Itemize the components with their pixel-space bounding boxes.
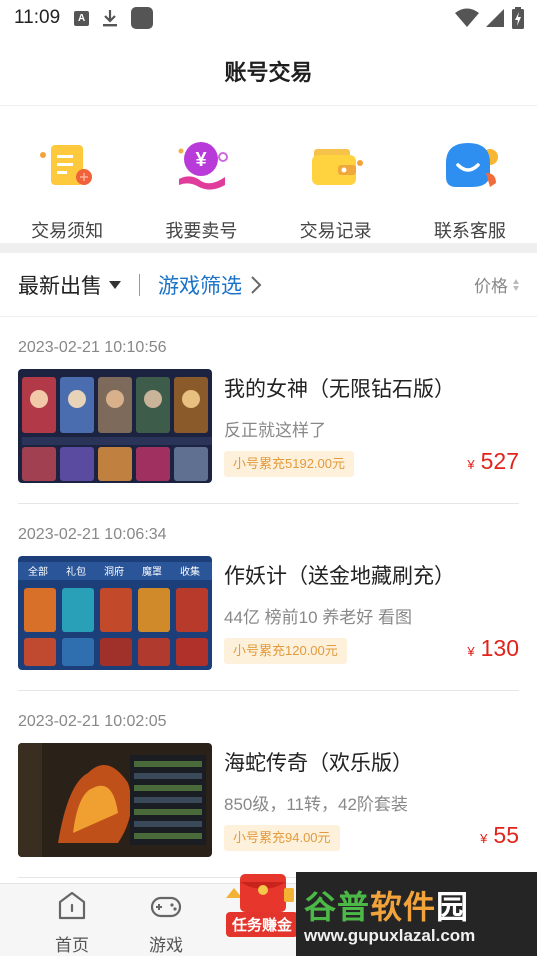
listing-thumbnail[interactable]: 全部 礼包 洞府 魔罩 收集 xyxy=(18,556,212,670)
signal-icon xyxy=(485,8,505,33)
recharge-badge: 小号累充5192.00元 xyxy=(224,451,354,477)
nav-item-games[interactable]: 游戏 xyxy=(136,890,196,956)
price-sort-label: 价格 xyxy=(474,277,508,296)
quick-item-trade-notice[interactable]: 交易须知 xyxy=(0,107,134,243)
thumb-tab: 洞府 xyxy=(104,565,124,578)
svg-text:¥: ¥ xyxy=(196,149,208,171)
recharge-badge: 小号累充120.00元 xyxy=(224,638,347,664)
download-icon xyxy=(101,8,119,28)
wallet-icon xyxy=(304,133,368,197)
listing-price: ¥ 130 xyxy=(467,635,519,662)
price-symbol: ¥ xyxy=(480,831,488,846)
status-right-icons xyxy=(455,7,525,34)
quick-label-sell-account: 我要卖号 xyxy=(165,221,238,241)
thumb-tab: 全部 xyxy=(28,565,48,578)
listing-thumbnail[interactable] xyxy=(18,743,212,857)
listing-desc: 44亿 榜前10 养老好 看图 xyxy=(224,608,412,627)
customer-service-icon xyxy=(438,133,502,197)
quick-label-trade-notice: 交易须知 xyxy=(31,221,104,241)
latest-sale-label: 最新出售 xyxy=(18,274,102,298)
quick-label-customer-service: 联系客服 xyxy=(433,221,506,241)
nav-item-home[interactable]: 首页 xyxy=(42,890,102,956)
listing-title: 海蛇传奇（欢乐版） xyxy=(224,752,413,775)
thumb-tab: 收集 xyxy=(180,565,200,578)
listing-item[interactable]: 2023-02-21 10:10:56 我的女神（无限钻石版） 反正就这样了 小… xyxy=(18,317,519,504)
promo-label: 任务赚金 xyxy=(226,912,299,937)
filter-divider xyxy=(139,273,140,296)
nav-label-games: 游戏 xyxy=(149,936,183,955)
site-watermark: 谷普软件园 www.gupuxlazal.com xyxy=(296,872,537,956)
listing-desc: 反正就这样了 xyxy=(224,421,326,440)
listing-desc: 850级，11转，42阶套装 xyxy=(224,795,408,814)
listing-date: 2023-02-21 10:02:05 xyxy=(18,713,167,730)
price-value: 55 xyxy=(493,822,519,848)
quick-item-sell-account[interactable]: ¥ 我要卖号 xyxy=(134,107,268,243)
status-time: 11:09 xyxy=(14,7,61,28)
quick-menu: 交易须知 ¥ 我要卖号 交易记录 联系客服 xyxy=(0,107,537,243)
home-icon xyxy=(56,890,88,927)
price-sort-button[interactable]: 价格 xyxy=(474,272,519,297)
a-notification-icon: A xyxy=(74,10,90,26)
watermark-logo-text: 谷普软件园 xyxy=(304,889,470,925)
listing-title: 作妖计（送金地藏刷充） xyxy=(224,565,455,588)
wifi-icon xyxy=(455,8,479,33)
title-bar: 账号交易 xyxy=(0,36,537,106)
quick-item-trade-record[interactable]: 交易记录 xyxy=(269,107,403,243)
gamepad-icon xyxy=(149,890,183,927)
thumb-tab: 魔罩 xyxy=(142,565,162,578)
price-value: 527 xyxy=(480,448,519,474)
price-value: 130 xyxy=(480,635,519,661)
filter-bar: 最新出售 游戏筛选 价格 xyxy=(0,253,537,317)
account-trade-page: 11:09 A 账号交易 交易须知 ¥ 我要卖号 交易记录 联系客服 最新出售 … xyxy=(0,0,537,956)
status-bar: 11:09 A xyxy=(0,0,537,36)
nav-label-home: 首页 xyxy=(55,936,89,955)
section-divider xyxy=(0,243,537,253)
game-filter-button[interactable]: 游戏筛选 xyxy=(158,270,262,300)
page-title: 账号交易 xyxy=(224,59,313,85)
app-square-icon xyxy=(131,7,154,29)
game-filter-label: 游戏筛选 xyxy=(158,274,242,298)
thumb-tab: 礼包 xyxy=(66,565,86,578)
chevron-right-icon xyxy=(251,275,262,294)
recharge-badge: 小号累充94.00元 xyxy=(224,825,340,851)
listing-price: ¥ 55 xyxy=(480,822,519,849)
quick-item-customer-service[interactable]: 联系客服 xyxy=(403,107,537,243)
watermark-url: www.gupuxlazal.com xyxy=(304,926,476,945)
listing-item[interactable]: 2023-02-21 10:06:34 全部 礼包 洞府 魔罩 收集 作妖计（送… xyxy=(18,504,519,691)
caret-down-icon xyxy=(109,280,121,289)
notice-document-icon xyxy=(35,133,99,197)
quick-label-trade-record: 交易记录 xyxy=(299,221,372,241)
sell-yen-icon: ¥ xyxy=(169,133,233,197)
listing-date: 2023-02-21 10:06:34 xyxy=(18,526,167,543)
listing-price: ¥ 527 xyxy=(467,448,519,475)
sort-arrows-icon xyxy=(513,278,519,291)
battery-charging-icon xyxy=(511,7,525,34)
latest-sale-dropdown[interactable]: 最新出售 xyxy=(18,270,121,300)
price-symbol: ¥ xyxy=(467,457,475,472)
listing-date: 2023-02-21 10:10:56 xyxy=(18,339,167,356)
listing-title: 我的女神（无限钻石版） xyxy=(224,378,455,401)
price-symbol: ¥ xyxy=(467,644,475,659)
listing-thumbnail[interactable] xyxy=(18,369,212,483)
listing-item[interactable]: 2023-02-21 10:02:05 海蛇传奇（欢乐版） 850级，11转，4… xyxy=(18,691,519,878)
